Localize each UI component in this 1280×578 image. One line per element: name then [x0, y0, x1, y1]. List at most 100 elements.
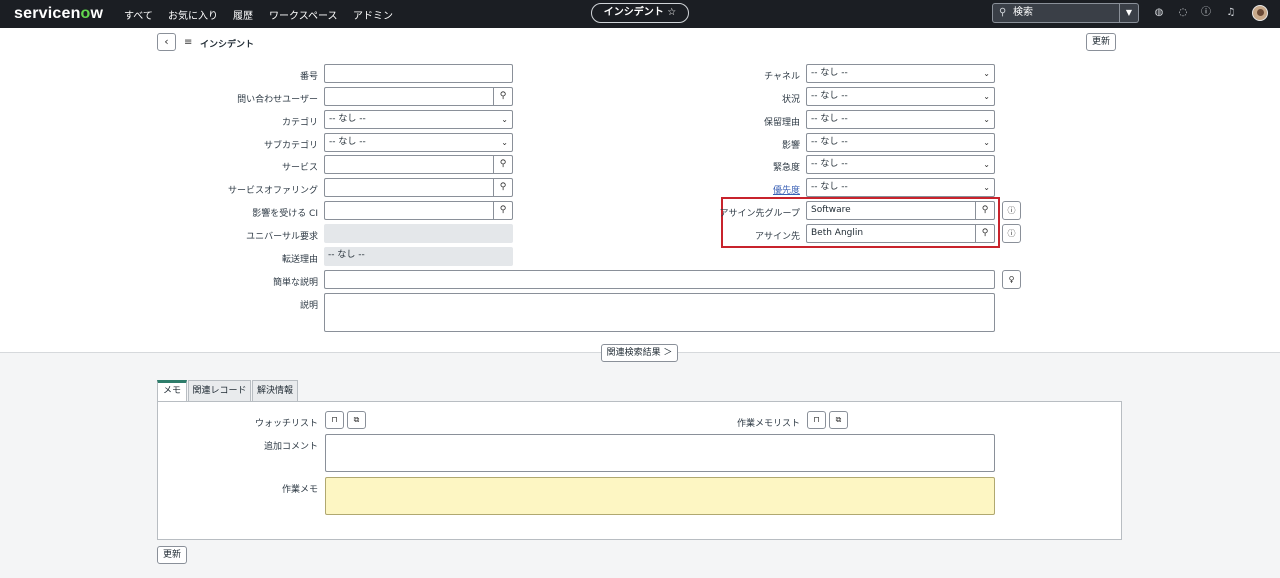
page-title: インシデント: [200, 40, 255, 50]
category-label: カテゴリ: [281, 118, 318, 128]
watch-list-label: ウォッチリスト: [254, 419, 318, 429]
tab-related-records[interactable]: 関連レコード: [188, 380, 251, 401]
short-description-field[interactable]: [324, 270, 995, 289]
search-icon[interactable]: ⚲: [493, 202, 512, 219]
transfer-reason-field: -- なし --: [324, 247, 513, 266]
search-icon[interactable]: ⚲: [975, 202, 994, 219]
impact-value: -- なし --: [811, 137, 848, 147]
impact-select[interactable]: -- なし -- ⌄: [806, 133, 995, 152]
chevron-down-icon: ⌄: [983, 92, 990, 101]
number-label: 番号: [299, 72, 318, 82]
hold-reason-label: 保留理由: [763, 118, 800, 128]
record-title-pill[interactable]: インシデント ☆: [591, 3, 689, 23]
affected-ci-label: 影響を受ける CI: [252, 209, 318, 219]
service-label: サービス: [281, 163, 318, 173]
add-users-icon[interactable]: ⧉: [347, 411, 366, 429]
hold-reason-select[interactable]: -- なし -- ⌄: [806, 110, 995, 129]
global-search-input[interactable]: ⚲ 検索: [992, 3, 1120, 23]
info-icon[interactable]: ⓘ: [1002, 224, 1021, 243]
assigned-to-label: アサイン先: [754, 232, 800, 242]
state-label: 状況: [781, 95, 800, 105]
assigned-to-value: Beth Anglin: [811, 228, 864, 238]
lock-icon[interactable]: ⊓: [807, 411, 826, 429]
chevron-down-icon: ⌄: [983, 160, 990, 169]
search-icon[interactable]: ⚲: [493, 179, 512, 196]
hold-reason-value: -- なし --: [811, 114, 848, 124]
category-select[interactable]: -- なし -- ⌄: [324, 110, 513, 129]
transfer-reason-label: 転送理由: [281, 255, 318, 265]
chevron-down-icon: ⌄: [501, 138, 508, 147]
nav-workspaces[interactable]: ワークスペース: [269, 7, 338, 22]
chevron-down-icon: ⌄: [501, 115, 508, 124]
search-icon[interactable]: ⚲: [493, 88, 512, 105]
service-offering-field[interactable]: ⚲: [324, 178, 513, 197]
subcategory-value: -- なし --: [329, 137, 366, 147]
urgency-select[interactable]: -- なし -- ⌄: [806, 155, 995, 174]
chevron-down-icon: ⌄: [983, 138, 990, 147]
nav-all[interactable]: すべて: [124, 7, 153, 22]
state-select[interactable]: -- なし -- ⌄: [806, 87, 995, 106]
work-notes-label: 作業メモ: [281, 485, 318, 495]
chevron-down-icon: ⌄: [983, 115, 990, 124]
subcategory-select[interactable]: -- なし -- ⌄: [324, 133, 513, 152]
short-description-label: 簡単な説明: [272, 278, 318, 288]
search-icon[interactable]: ⚲: [975, 225, 994, 242]
nav-admin[interactable]: アドミン: [353, 7, 393, 22]
search-placeholder: 検索: [1013, 7, 1033, 18]
work-notes-textarea[interactable]: [325, 477, 995, 515]
user-avatar[interactable]: [1252, 5, 1268, 21]
servicenow-logo[interactable]: servicenow: [14, 5, 103, 23]
chevron-down-icon: ⌄: [983, 69, 990, 78]
related-search-button[interactable]: 関連検索結果 ＞: [601, 344, 678, 362]
globe-icon[interactable]: ◍: [1152, 6, 1166, 20]
priority-value: -- なし --: [811, 182, 848, 192]
info-icon[interactable]: ⓘ: [1002, 201, 1021, 220]
additional-comments-label: 追加コメント: [263, 442, 318, 452]
description-textarea[interactable]: [324, 293, 995, 332]
universal-request-field: [324, 224, 513, 243]
assigned-to-field[interactable]: Beth Anglin ⚲: [806, 224, 995, 243]
channel-select[interactable]: -- なし -- ⌄: [806, 64, 995, 83]
chevron-down-icon: ⌄: [983, 183, 990, 192]
add-users-icon[interactable]: ⧉: [829, 411, 848, 429]
service-offering-label: サービスオファリング: [227, 186, 318, 196]
channel-label: チャネル: [764, 72, 800, 82]
bell-icon[interactable]: ♫: [1224, 6, 1238, 20]
tab-notes[interactable]: メモ: [157, 380, 187, 402]
tab-resolution-info[interactable]: 解決情報: [252, 380, 298, 401]
lightbulb-icon[interactable]: ♀: [1002, 270, 1021, 289]
assignment-group-value: Software: [811, 205, 851, 215]
universal-request-label: ユニバーサル要求: [246, 232, 318, 242]
update-button-top[interactable]: 更新: [1086, 33, 1116, 51]
assignment-group-label: アサイン先グループ: [719, 209, 800, 219]
subcategory-label: サブカテゴリ: [263, 141, 318, 151]
description-label: 説明: [299, 301, 318, 311]
state-value: -- なし --: [811, 91, 848, 101]
priority-link[interactable]: 優先度: [600, 183, 800, 196]
search-scope-dropdown[interactable]: ▼: [1120, 3, 1139, 23]
caller-field[interactable]: ⚲: [324, 87, 513, 106]
priority-select[interactable]: -- なし -- ⌄: [806, 178, 995, 197]
additional-comments-textarea[interactable]: [325, 434, 995, 472]
work-notes-list-label: 作業メモリスト: [736, 419, 800, 429]
number-field[interactable]: [324, 64, 513, 83]
search-icon: ⚲: [999, 7, 1007, 18]
impact-label: 影響: [781, 141, 800, 151]
search-icon[interactable]: ⚲: [493, 156, 512, 173]
category-value: -- なし --: [329, 114, 366, 124]
nav-favorites[interactable]: お気に入り: [168, 7, 218, 22]
nav-history[interactable]: 履歴: [233, 7, 253, 22]
urgency-value: -- なし --: [811, 159, 848, 169]
top-navigation: servicenow すべて お気に入り 履歴 ワークスペース アドミン インシ…: [0, 0, 1280, 28]
chat-icon[interactable]: ◌: [1176, 6, 1190, 20]
assignment-group-field[interactable]: Software ⚲: [806, 201, 995, 220]
lock-icon[interactable]: ⊓: [325, 411, 344, 429]
channel-value: -- なし --: [811, 68, 848, 78]
update-button-bottom[interactable]: 更新: [157, 546, 187, 564]
back-button[interactable]: ‹: [157, 33, 176, 51]
urgency-label: 緊急度: [772, 163, 800, 173]
menu-icon[interactable]: ≡: [184, 37, 192, 48]
affected-ci-field[interactable]: ⚲: [324, 201, 513, 220]
help-icon[interactable]: ⓘ: [1199, 6, 1213, 20]
service-field[interactable]: ⚲: [324, 155, 513, 174]
